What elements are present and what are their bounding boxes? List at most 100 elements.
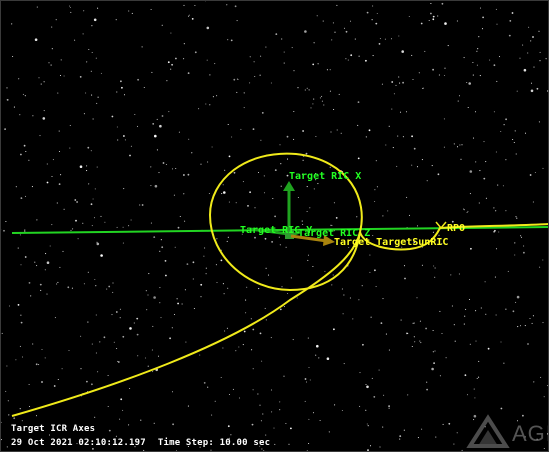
star — [426, 388, 428, 391]
star — [40, 83, 42, 85]
star — [166, 80, 168, 82]
star — [174, 246, 176, 248]
star — [259, 74, 261, 76]
star — [542, 167, 544, 169]
star — [398, 76, 400, 78]
star — [86, 380, 88, 383]
star — [187, 173, 190, 176]
star — [171, 168, 174, 170]
star — [247, 205, 249, 207]
star — [374, 269, 376, 272]
star — [38, 364, 40, 366]
star — [120, 398, 123, 401]
star — [90, 70, 92, 72]
star — [424, 50, 426, 52]
star — [95, 352, 97, 354]
star — [508, 34, 511, 37]
star — [227, 39, 229, 41]
star — [357, 101, 360, 103]
star — [5, 390, 7, 392]
star — [308, 442, 310, 445]
star — [175, 167, 177, 170]
star — [152, 371, 154, 373]
star — [223, 191, 226, 194]
star — [46, 181, 49, 184]
star — [96, 166, 98, 168]
star — [0, 229, 2, 231]
star — [178, 131, 180, 133]
star — [412, 322, 414, 324]
star — [252, 328, 255, 331]
star — [274, 443, 276, 445]
star — [357, 124, 359, 126]
star — [438, 234, 440, 236]
star — [382, 426, 384, 428]
star — [478, 202, 480, 204]
star — [209, 104, 211, 106]
agi-logo-text: AGI — [512, 421, 549, 446]
star — [278, 236, 280, 238]
star — [137, 78, 140, 81]
star — [447, 45, 449, 47]
star — [359, 372, 361, 374]
star — [232, 388, 234, 390]
star — [123, 94, 126, 96]
star — [240, 128, 242, 130]
star — [529, 317, 531, 320]
star — [87, 321, 89, 323]
star — [95, 285, 97, 287]
star — [107, 374, 109, 377]
star — [442, 423, 444, 425]
star — [399, 82, 401, 84]
star — [140, 419, 142, 421]
star — [516, 217, 518, 219]
star — [476, 50, 478, 52]
star — [484, 281, 486, 283]
star — [245, 299, 247, 301]
star — [329, 90, 331, 92]
star — [51, 26, 53, 28]
star — [161, 246, 164, 249]
star — [529, 174, 532, 176]
star — [198, 108, 200, 110]
star — [319, 419, 321, 422]
star — [433, 265, 435, 267]
star — [448, 422, 451, 425]
star — [520, 236, 523, 238]
3d-viewport[interactable]: Target RIC X Target RIC Y Target RIC Z T… — [0, 0, 549, 452]
star — [435, 436, 437, 438]
star — [425, 327, 427, 330]
star — [226, 327, 228, 329]
star — [419, 320, 421, 322]
star — [308, 366, 310, 369]
star — [472, 61, 474, 64]
star — [503, 124, 505, 126]
star — [173, 313, 176, 316]
star — [432, 231, 434, 233]
star — [304, 378, 307, 380]
star — [281, 38, 283, 40]
star — [230, 39, 233, 42]
star — [290, 427, 292, 430]
star — [322, 20, 324, 22]
star — [315, 135, 317, 138]
scene-canvas[interactable]: Target RIC X Target RIC Y Target RIC Z T… — [0, 0, 549, 452]
star — [38, 77, 40, 79]
star — [272, 197, 274, 200]
star — [505, 159, 507, 161]
star — [334, 404, 336, 406]
star — [56, 202, 58, 204]
star — [527, 52, 529, 54]
star — [392, 147, 394, 149]
star — [271, 241, 273, 243]
star — [326, 357, 330, 361]
star — [358, 55, 360, 57]
star — [82, 33, 84, 35]
star — [205, 273, 207, 275]
star — [463, 323, 465, 325]
star — [378, 43, 381, 45]
star — [55, 19, 57, 21]
star — [279, 244, 281, 246]
star — [100, 254, 103, 257]
star — [70, 229, 72, 231]
